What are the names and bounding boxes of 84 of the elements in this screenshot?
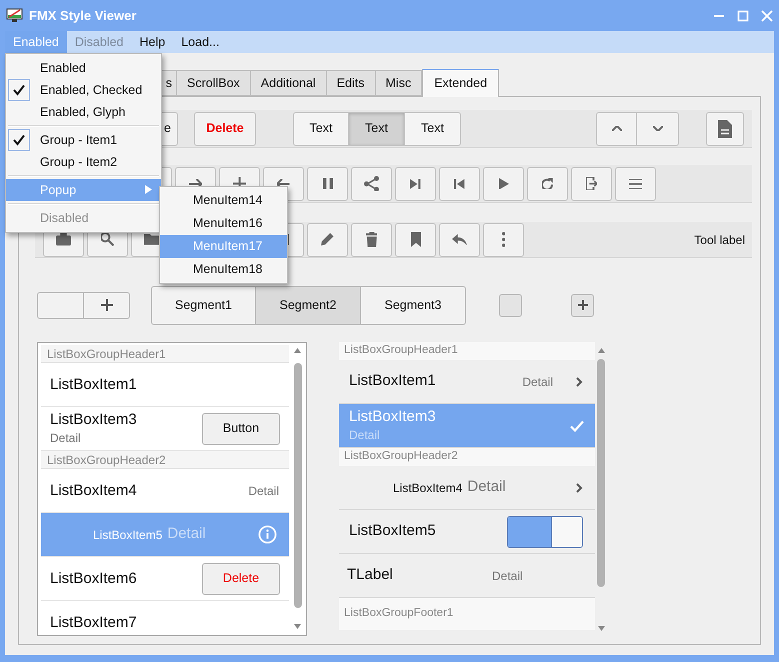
item-label: ListBoxItem5 — [349, 521, 436, 542]
monitor-icon — [6, 8, 23, 23]
bookmark-icon — [410, 232, 420, 247]
item-label: TLabel — [347, 565, 394, 586]
scrollbar-thumb[interactable] — [294, 363, 302, 608]
menu-item[interactable]: Load... — [173, 31, 228, 53]
menu-item[interactable]: Help — [132, 31, 174, 53]
item-label: ListBoxItem6 — [50, 569, 137, 588]
item-label: ListBoxItem3 — [50, 410, 137, 429]
item-label: ListBoxItem7 — [50, 613, 137, 632]
menu-item[interactable]: Group - Item1 — [6, 129, 161, 151]
submenu-arrow-icon — [145, 185, 152, 194]
item-detail: Detail — [467, 477, 506, 498]
document-icon — [718, 120, 732, 138]
arrow-right-icon — [189, 178, 202, 188]
camera-icon — [56, 233, 71, 246]
share-icon — [364, 176, 379, 192]
increment-button[interactable] — [571, 294, 594, 316]
item-detail: Detail — [492, 568, 523, 584]
scroll-up-icon[interactable] — [294, 348, 301, 353]
item-label: ListBoxItem4 — [393, 480, 462, 496]
chevron-down-icon — [652, 126, 662, 131]
menu-item[interactable]: MenuItem18 — [160, 258, 287, 281]
item-detail: Detail — [50, 430, 82, 447]
item-detail: Detail — [248, 482, 279, 500]
reply-icon — [452, 234, 467, 246]
tab[interactable]: Additional — [250, 70, 327, 96]
item-label: ListBoxItem3 — [349, 407, 436, 426]
exit-icon — [586, 176, 597, 190]
group-header: ListBoxGroupHeader2 — [339, 448, 595, 466]
segment-button[interactable]: Text — [293, 112, 349, 146]
group-header: ListBoxGroupHeader1 — [41, 345, 289, 363]
document-button[interactable] — [706, 112, 744, 146]
chevron-up-icon — [612, 126, 622, 131]
group-header: ListBoxGroupHeader2 — [41, 451, 289, 469]
item-label: ListBoxItem1 — [50, 375, 137, 394]
menu-item[interactable]: Enabled, Checked — [6, 79, 161, 101]
plus-icon — [578, 300, 588, 310]
trash-icon — [366, 232, 378, 248]
menu-item[interactable]: MenuItem16 — [160, 212, 287, 235]
tab[interactable]: Misc — [376, 70, 422, 96]
toggle-switch[interactable] — [507, 516, 583, 548]
pencil-icon — [321, 233, 334, 246]
delete-button[interactable]: Delete — [202, 562, 280, 594]
skip-previous-icon — [454, 178, 465, 188]
scroll-down-icon[interactable] — [598, 626, 604, 631]
segment-button[interactable]: Segment2 — [256, 286, 361, 324]
scroll-down-icon[interactable] — [294, 624, 301, 629]
search-icon — [101, 233, 114, 246]
menu-item[interactable]: Enabled, Glyph — [6, 101, 161, 123]
info-icon — [258, 525, 277, 544]
scroll-up-icon[interactable] — [598, 348, 604, 353]
tab[interactable]: ScrollBox — [177, 70, 251, 96]
tool-label: Tool label — [694, 232, 745, 248]
menu-item[interactable]: MenuItem14 — [160, 189, 287, 212]
arrow-left-icon — [277, 178, 290, 188]
scrollbar-thumb[interactable] — [597, 359, 605, 587]
group-header: ListBoxGroupHeader1 — [339, 342, 595, 360]
segment-button[interactable]: Text — [405, 112, 461, 146]
item-detail: Detail — [349, 427, 381, 444]
list-button[interactable]: Button — [202, 412, 280, 444]
window-title: FMX Style Viewer — [29, 6, 136, 25]
refresh-icon — [542, 178, 553, 190]
segment-button[interactable]: Text — [349, 112, 405, 146]
item-label: ListBoxItem4 — [50, 481, 137, 500]
tab[interactable]: Edits — [326, 70, 376, 96]
menu-icon — [628, 178, 642, 188]
delete-button[interactable]: Delete — [194, 112, 256, 146]
item-detail: Detail — [167, 524, 206, 544]
tab[interactable]: Extended — [422, 69, 500, 97]
play-icon — [498, 178, 508, 190]
plus-icon — [100, 299, 112, 311]
item-detail: Detail — [522, 374, 553, 390]
item-label: ListBoxItem1 — [349, 371, 436, 392]
segment-button[interactable]: Segment3 — [361, 286, 466, 324]
pause-icon — [322, 178, 332, 190]
item-label: ListBoxItem5 — [93, 526, 162, 544]
menu-item[interactable]: Group - Item2 — [6, 151, 161, 173]
segment-button[interactable]: Segment1 — [151, 286, 256, 324]
skip-next-icon — [410, 178, 421, 188]
group-footer: ListBoxGroupFooter1 — [339, 598, 595, 630]
increment-button[interactable] — [84, 292, 130, 318]
menu-item[interactable]: Enabled — [6, 57, 161, 79]
more-vertical-icon — [502, 232, 506, 247]
